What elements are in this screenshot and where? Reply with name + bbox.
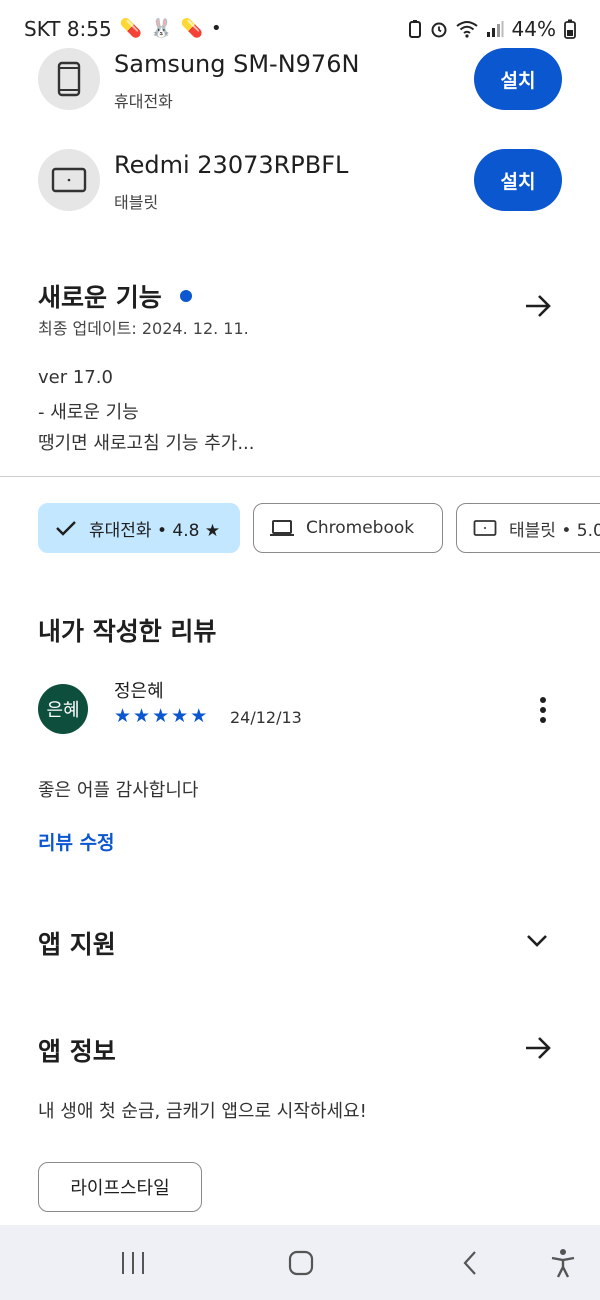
- chip-tablet[interactable]: 태블릿 • 5.0: [456, 503, 600, 553]
- new-dot-icon: [180, 290, 193, 302]
- laptop-icon: [270, 520, 294, 536]
- pill-icon: 💊: [119, 18, 143, 39]
- star-icon: ★: [133, 705, 151, 727]
- accessibility-icon: [551, 1249, 575, 1278]
- battery-icon: [564, 19, 576, 39]
- status-right: 44%: [408, 17, 576, 41]
- divider: [0, 476, 600, 477]
- review-date: 24/12/13: [230, 708, 302, 727]
- app-support-title[interactable]: 앱 지원: [38, 925, 116, 961]
- tablet-icon: [473, 520, 497, 536]
- status-left: SKT 8:55 💊 🐰 💊 •: [24, 17, 222, 41]
- edit-review-link[interactable]: 리뷰 수정: [38, 828, 115, 855]
- more-vert-icon: [540, 697, 546, 723]
- chip-chromebook[interactable]: Chromebook: [253, 503, 443, 553]
- whats-new-arrow-button[interactable]: [518, 286, 558, 326]
- review-more-button[interactable]: [523, 690, 563, 730]
- arrow-right-icon: [526, 1037, 551, 1059]
- device-row-tablet: Redmi 23073RPBFL 태블릿 설치: [0, 149, 600, 249]
- category-tag-button[interactable]: 라이프스타일: [38, 1162, 202, 1212]
- release-note-line-1: ver 17.0: [38, 367, 113, 388]
- chevron-down-icon: [527, 935, 547, 947]
- chip-label: Chromebook: [306, 518, 415, 538]
- device-name: Samsung SM-N976N: [114, 50, 360, 78]
- device-name: Redmi 23073RPBFL: [114, 151, 349, 179]
- pill-icon-2: 💊: [180, 18, 204, 39]
- signal-icon: [486, 21, 504, 37]
- arrow-right-icon: [526, 295, 551, 317]
- star-icon: ★: [171, 705, 189, 727]
- chip-phone[interactable]: 휴대전화 • 4.8 ★: [38, 503, 240, 553]
- device-type: 휴대전화: [114, 92, 173, 111]
- home-icon: [288, 1250, 314, 1276]
- device-avatar: [38, 48, 100, 110]
- star-rating: ★ ★ ★ ★ ★: [114, 705, 207, 727]
- my-review-title: 내가 작성한 리뷰: [38, 617, 217, 646]
- accessibility-button[interactable]: [543, 1243, 583, 1283]
- release-note-line-3: 땡기면 새로고침 기능 추가...: [38, 433, 255, 454]
- app-description: 내 생애 첫 순금, 금캐기 앱으로 시작하세요!: [38, 1101, 367, 1122]
- device-row-phone: Samsung SM-N976N 휴대전화 설치: [0, 48, 600, 148]
- home-button[interactable]: [281, 1243, 321, 1283]
- star-icon: ★: [114, 705, 132, 727]
- wifi-icon: [455, 21, 478, 38]
- check-icon: [56, 521, 76, 536]
- install-button-phone[interactable]: 설치: [474, 48, 562, 110]
- dot-icon: •: [211, 18, 222, 39]
- device-avatar: [38, 149, 100, 211]
- install-button-tablet[interactable]: 설치: [474, 149, 562, 211]
- review-text: 좋은 어플 감사합니다: [38, 780, 199, 801]
- recent-apps-button[interactable]: [113, 1243, 153, 1283]
- chip-label: 태블릿 • 5.0: [509, 520, 600, 541]
- release-note-line-2: - 새로운 기능: [38, 402, 139, 423]
- app-support-expand-button[interactable]: [517, 921, 557, 961]
- recent-apps-icon: [122, 1252, 144, 1274]
- last-updated: 최종 업데이트: 2024. 12. 11.: [38, 319, 249, 338]
- avatar: 은혜: [38, 684, 88, 734]
- review-author: 정은혜: [114, 681, 164, 702]
- app-info-title[interactable]: 앱 정보: [38, 1032, 116, 1068]
- tablet-icon: [51, 167, 87, 193]
- battery-percent: 44%: [511, 17, 556, 41]
- whats-new-header[interactable]: 새로운 기능: [38, 278, 193, 314]
- device-type: 태블릿: [114, 193, 159, 212]
- alarm-icon: [431, 22, 447, 38]
- back-icon: [463, 1251, 476, 1275]
- app-info-arrow-button[interactable]: [518, 1028, 558, 1068]
- whats-new-title: 새로운 기능: [38, 283, 162, 312]
- battery-saver-icon: [408, 20, 421, 38]
- star-icon: ★: [152, 705, 170, 727]
- chip-label: 휴대전화 • 4.8 ★: [89, 520, 221, 541]
- system-nav-bar: [0, 1225, 600, 1300]
- rabbit-icon: 🐰: [150, 18, 173, 39]
- star-icon: ★: [190, 705, 208, 727]
- carrier-time: SKT 8:55: [24, 17, 112, 41]
- phone-icon: [57, 61, 81, 97]
- back-button[interactable]: [450, 1243, 490, 1283]
